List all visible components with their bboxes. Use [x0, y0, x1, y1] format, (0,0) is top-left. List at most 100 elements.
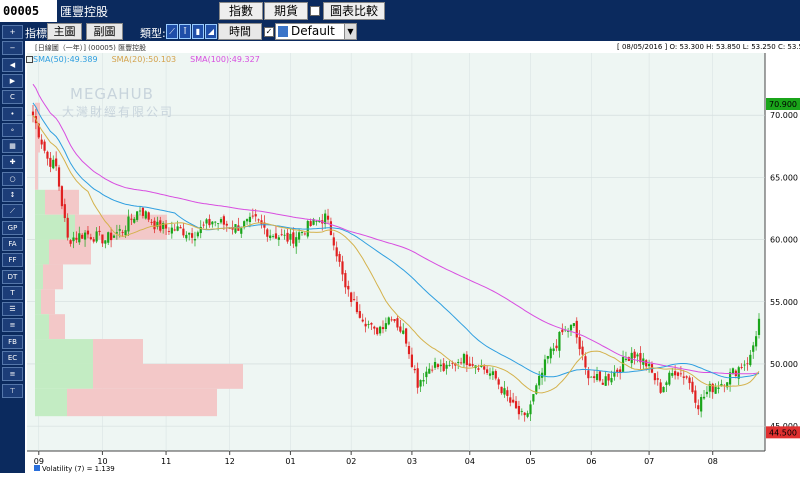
candle-body [176, 226, 179, 231]
candle-body [465, 354, 468, 365]
scroll-left-icon[interactable]: ◀ [2, 57, 23, 72]
tool-ec-icon[interactable]: EC [2, 351, 23, 365]
candle-body [407, 345, 411, 355]
candle-body [757, 318, 761, 335]
candle-body [483, 366, 486, 370]
crosshair-icon[interactable]: ✚ [2, 155, 23, 170]
futures-button[interactable]: 期貨 [264, 2, 308, 20]
compare-checkbox[interactable] [310, 6, 320, 16]
sub-chart-button[interactable]: 副圖 [86, 23, 123, 40]
candle-body [376, 327, 379, 335]
area-type-icon[interactable]: ◢ [205, 24, 217, 39]
time-button[interactable]: 時間 [218, 23, 262, 40]
trendline-icon[interactable]: ⟋ [2, 204, 23, 219]
legend-checkbox[interactable] [26, 56, 33, 63]
candle-body [150, 222, 153, 223]
zoom-out-icon[interactable]: − [2, 41, 23, 56]
tool-fa-icon[interactable]: FA [2, 236, 23, 251]
bar-type-icon[interactable]: Ī [179, 24, 191, 39]
candle-body [624, 358, 628, 360]
candle-body [271, 236, 275, 237]
high-price-label: 70.900 [769, 100, 797, 109]
candle-body [587, 370, 590, 379]
volume-profile-bar [43, 264, 63, 290]
lines-icon[interactable]: ≡ [2, 367, 23, 382]
chart-compare-button[interactable]: 圖表比較 [323, 2, 385, 20]
ruler-icon[interactable]: ⊤ [2, 383, 23, 398]
candle-body [188, 232, 191, 235]
refresh-icon[interactable]: C [2, 90, 23, 105]
index-button[interactable]: 指數 [219, 2, 263, 20]
candle-body [185, 234, 188, 239]
volatility-label: Volatility (7) = 1.139 [34, 465, 115, 473]
candle-body [202, 224, 205, 226]
candle-body [477, 368, 480, 370]
candle-body [514, 401, 518, 409]
list-icon[interactable]: ≡ [2, 318, 23, 333]
preset-value: Default [291, 24, 335, 38]
tool-gp-icon[interactable]: GP [2, 220, 23, 235]
candle-body [315, 221, 318, 222]
sma-legend: SMA(50):49.389 SMA(20):50.103 SMA(100):49.… [26, 55, 260, 64]
candle-body [260, 220, 263, 225]
grid-icon[interactable]: ▦ [2, 139, 23, 154]
candle-body [711, 383, 714, 393]
candle-body [289, 233, 292, 240]
candle-body [173, 229, 176, 231]
candle-body [170, 227, 173, 234]
candle-body [636, 354, 639, 357]
preset-select[interactable]: Default ▼ [275, 23, 357, 40]
volume-profile-bar [35, 363, 93, 389]
tool-ff-icon[interactable]: FF [2, 253, 23, 268]
main-chart-button[interactable]: 主圖 [47, 23, 82, 40]
candle-body [40, 139, 43, 145]
candle-body [405, 328, 408, 344]
menu-icon[interactable]: ☰ [2, 302, 23, 317]
sma100-label: SMA(100):49.327 [190, 55, 260, 64]
candle-body [78, 233, 81, 243]
x-tick-label: 03 [407, 457, 417, 466]
candle-body [222, 216, 226, 225]
candle-body [361, 319, 364, 322]
candle-body [691, 381, 694, 393]
text-icon[interactable]: T [2, 285, 23, 300]
candle-body [217, 223, 220, 225]
candle-body [645, 360, 648, 367]
chevron-down-icon[interactable]: ▼ [344, 24, 356, 39]
ellipse-icon[interactable]: ○ [2, 171, 23, 186]
candle-body [89, 237, 92, 240]
candle-body [254, 214, 257, 217]
tool-fb-icon[interactable]: FB [2, 334, 23, 349]
candle-body [665, 382, 668, 386]
default-checkbox[interactable]: ✓ [264, 27, 274, 37]
candle-body [153, 220, 156, 230]
candle-body [300, 232, 304, 234]
candle-body [295, 237, 298, 247]
fibonacci-icon[interactable]: ↕ [2, 188, 23, 202]
candle-body [95, 231, 98, 242]
candle-body [422, 379, 425, 382]
volume-profile-bar [41, 289, 55, 315]
y-tick-label: 70.000 [770, 111, 798, 120]
x-tick-label: 07 [644, 457, 654, 466]
sma20-label: SMA(20):50.103 [111, 55, 177, 64]
circle-icon[interactable]: ∘ [2, 122, 23, 137]
tool-dt-icon[interactable]: DT [2, 269, 23, 284]
line-type-icon[interactable]: ⟋ [166, 24, 178, 39]
candle-body [653, 373, 656, 381]
candle-body [277, 237, 280, 240]
candle-body [491, 371, 494, 376]
candle-body [75, 237, 78, 240]
candle-body [610, 378, 613, 383]
candle-body [280, 234, 283, 236]
point-icon[interactable]: • [2, 106, 23, 121]
candle-body [283, 234, 286, 236]
candle-body [179, 227, 182, 229]
stock-code-input[interactable]: 00005 [0, 0, 57, 22]
zoom-in-icon[interactable]: + [2, 25, 23, 39]
candle-body [124, 230, 127, 236]
candle-type-icon[interactable]: ▮ [192, 24, 204, 39]
candle-body [668, 372, 671, 385]
scroll-right-icon[interactable]: ▶ [2, 73, 23, 88]
candle-body [136, 211, 139, 220]
